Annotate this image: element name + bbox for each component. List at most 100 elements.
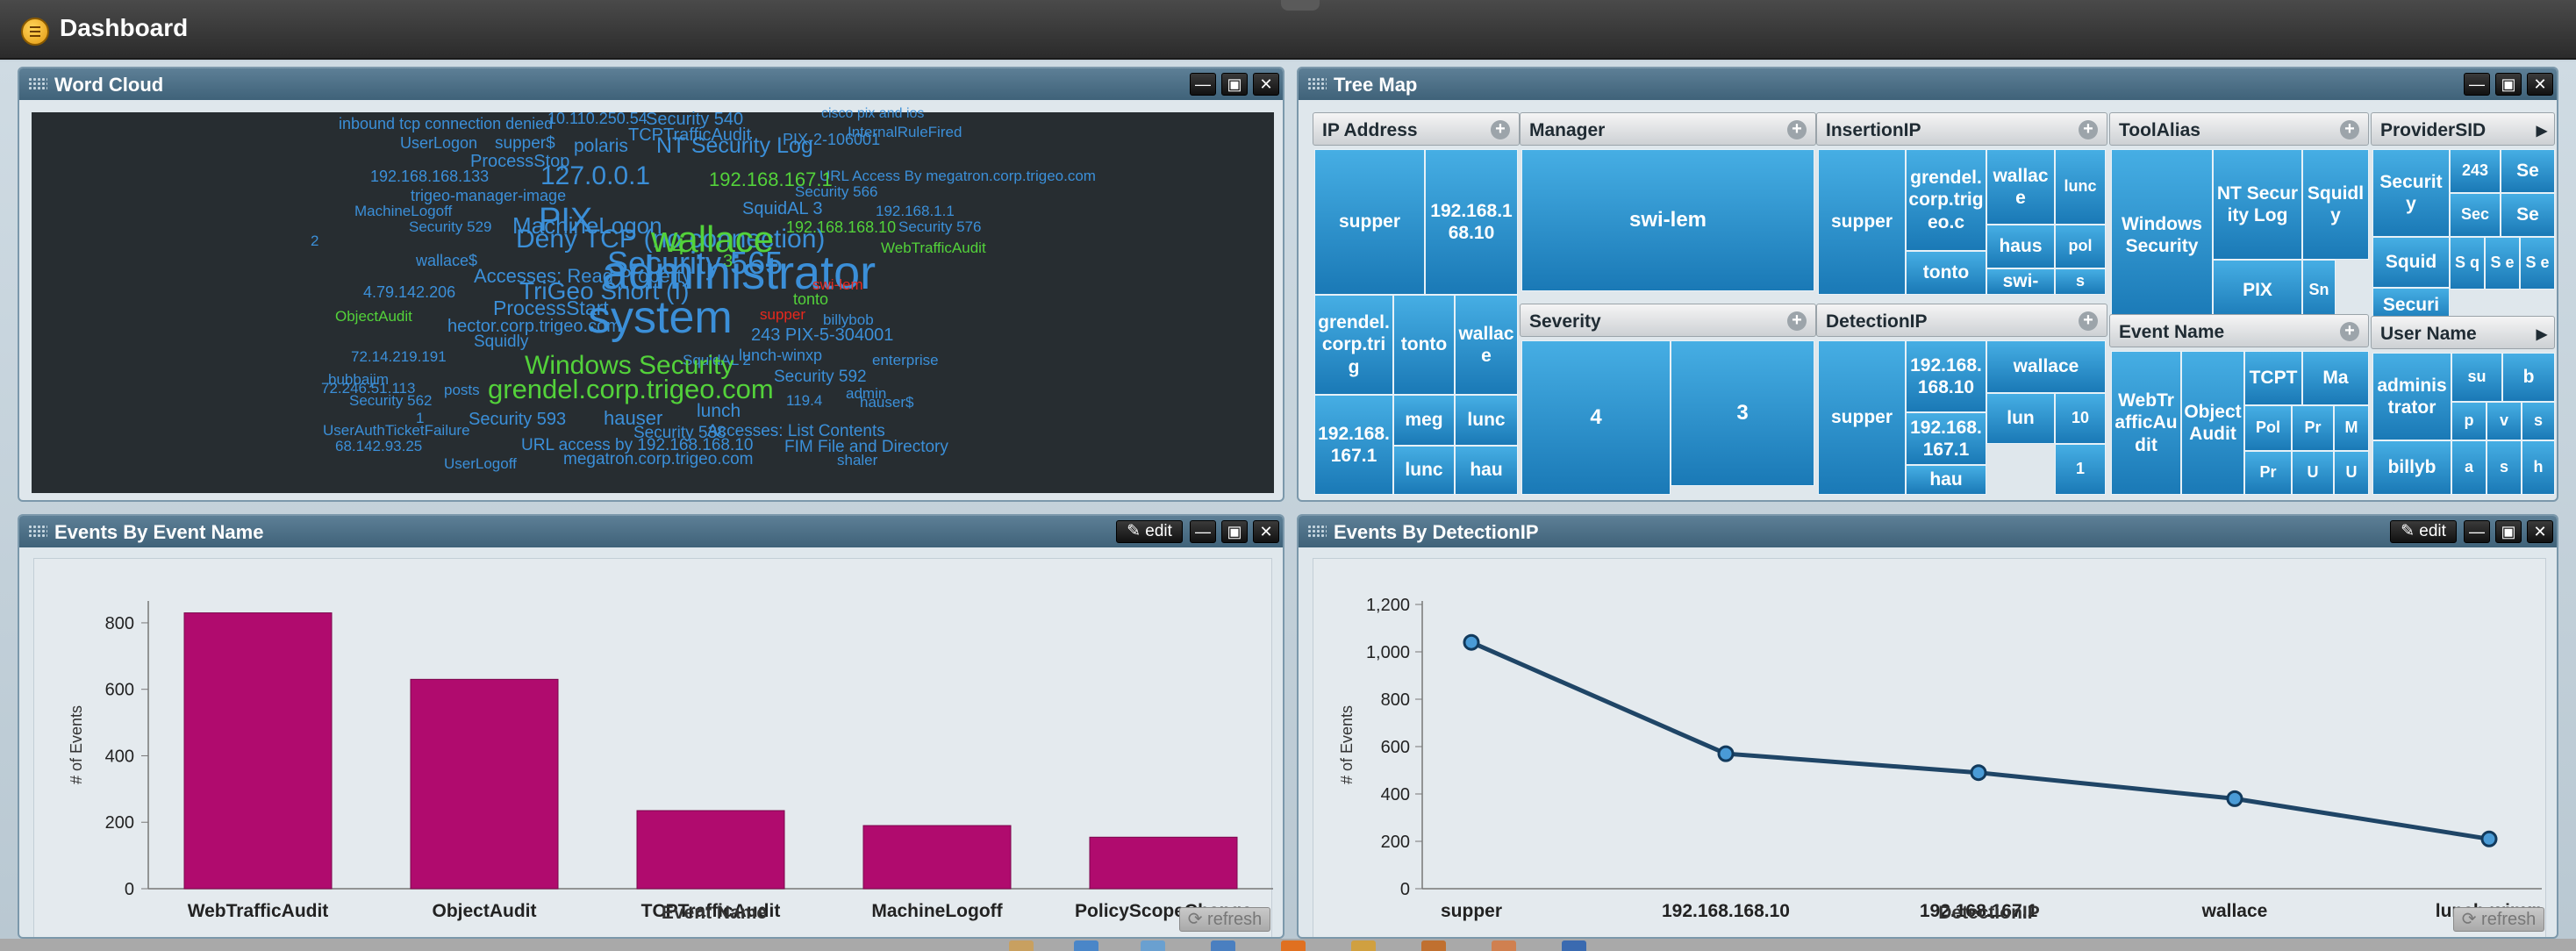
drag-grip-icon[interactable] [1307, 525, 1327, 537]
word-cloud-term[interactable]: wallace$ [416, 253, 477, 268]
word-cloud-term[interactable]: MachineLogoff [354, 204, 452, 218]
word-cloud-term[interactable]: hauser$ [860, 395, 913, 410]
tree-map-cell[interactable]: Pol [2244, 405, 2292, 451]
refresh-button[interactable]: ⟳ refresh [1179, 907, 1270, 932]
word-cloud-term[interactable]: 192.168.1.1 [876, 204, 955, 218]
word-cloud-term[interactable]: SquidAL 3 [742, 200, 823, 218]
drag-grip-icon[interactable] [28, 525, 47, 537]
tree-map-cell[interactable]: Windows Security [2111, 149, 2213, 321]
tree-map-cell[interactable]: meg [1393, 395, 1455, 446]
tree-map-cell[interactable]: Squidly [2302, 149, 2369, 260]
tree-map-cell[interactable]: Sn [2302, 260, 2336, 321]
minimize-button[interactable]: — [1190, 73, 1216, 96]
tree-map-group-header[interactable]: IP Address + [1313, 112, 1520, 146]
word-cloud-term[interactable]: URL Access By megatron.corp.trigeo.com [819, 168, 1096, 183]
tree-map-cell[interactable]: s [2522, 402, 2555, 440]
refresh-button[interactable]: ⟳ refresh [2453, 907, 2544, 932]
maximize-button[interactable]: ▣ [2495, 73, 2522, 96]
expand-arrow-icon[interactable]: ▶ [2537, 122, 2547, 139]
collapse-handle[interactable] [1281, 0, 1320, 11]
tree-map-cell[interactable]: 192.168.168.10 [1425, 149, 1518, 295]
tree-map-cell[interactable]: S e [2485, 237, 2520, 290]
tree-map-cell[interactable]: TCPT [2244, 351, 2302, 405]
word-cloud-term[interactable]: shaler [837, 453, 877, 468]
word-cloud-term[interactable]: Security 593 [469, 411, 566, 428]
tree-map-cell[interactable]: wallace [1455, 295, 1518, 395]
word-cloud-term[interactable]: Security 566 [795, 184, 878, 199]
tree-map-cell[interactable]: lunc [1393, 446, 1455, 495]
expand-arrow-icon[interactable]: ▶ [2537, 325, 2547, 343]
dock-app-icon[interactable] [1141, 940, 1165, 951]
word-cloud-term[interactable]: 68.142.93.25 [335, 439, 422, 454]
tree-map-cell[interactable]: supper [1818, 340, 1906, 495]
events-by-ip-header[interactable]: Events By DetectionIP ✎ edit — ▣ ✕ [1299, 516, 2557, 547]
tree-map-cell[interactable]: lunc [1455, 395, 1518, 446]
tree-map-cell[interactable]: lun [1986, 393, 2055, 444]
word-cloud-term[interactable]: 119.4 [786, 393, 822, 408]
dock-app-icon[interactable] [1421, 940, 1446, 951]
word-cloud-term[interactable]: lunch-winxp [739, 347, 822, 363]
tree-map-cell[interactable]: 3 [1671, 340, 1814, 486]
minimize-button[interactable]: — [2464, 520, 2490, 543]
add-icon[interactable]: + [2079, 120, 2098, 139]
tree-map-cell[interactable]: b [2502, 353, 2555, 402]
tree-map-cell[interactable]: S q [2450, 237, 2485, 290]
tree-map-cell[interactable]: M [2334, 405, 2369, 451]
tree-map-cell[interactable]: billyb [2372, 440, 2451, 495]
word-cloud-term[interactable]: UserLogoff [444, 456, 517, 471]
tree-map-cell[interactable]: Squid [2372, 237, 2450, 288]
events-by-name-header[interactable]: Events By Event Name ✎ edit — ▣ ✕ [19, 516, 1283, 547]
dock-app-icon[interactable] [1281, 940, 1306, 951]
dock-app-icon[interactable] [1492, 940, 1516, 951]
tree-map-cell[interactable]: 10 [2055, 393, 2106, 444]
tree-map-cell[interactable]: grendel.corp.trig [1314, 295, 1393, 395]
tree-map-cell[interactable]: grendel.corp.trigeo.c [1906, 149, 1986, 251]
tree-map-cell[interactable]: ObjectAudit [2181, 351, 2244, 495]
drag-grip-icon[interactable] [1307, 77, 1327, 89]
word-cloud-term[interactable]: UserLogon [400, 135, 477, 151]
word-cloud-term[interactable]: WebTrafficAudit [881, 240, 986, 255]
tree-map-group-header[interactable]: User Name ▶ [2371, 316, 2555, 349]
close-button[interactable]: ✕ [2527, 73, 2553, 96]
word-cloud-term[interactable]: megatron.corp.trigeo.com [563, 451, 754, 468]
word-cloud-term[interactable]: Security 576 [898, 219, 982, 234]
tree-map-header[interactable]: Tree Map — ▣ ✕ [1299, 68, 2557, 100]
tree-map-cell[interactable]: Se [2501, 193, 2555, 237]
tree-map-group-header[interactable]: DetectionIP + [1816, 304, 2107, 337]
edit-button[interactable]: ✎ edit [1116, 520, 1183, 543]
tree-map-cell[interactable]: lunc [2055, 149, 2106, 225]
close-button[interactable]: ✕ [2527, 520, 2553, 543]
tree-map-group-header[interactable]: Event Name + [2109, 314, 2369, 347]
tree-map-cell[interactable]: hau [1455, 446, 1518, 495]
word-cloud-term[interactable]: tonto [793, 291, 828, 307]
tree-map-cell[interactable]: supper [1818, 149, 1906, 295]
tree-map-cell[interactable]: Ma [2302, 351, 2369, 405]
tree-map-cell[interactable]: 243 [2450, 149, 2501, 193]
word-cloud-term[interactable]: 2 [311, 233, 318, 248]
add-icon[interactable]: + [1787, 120, 1807, 139]
tree-map-cell[interactable]: su [2451, 353, 2502, 402]
dock-app-icon[interactable] [1562, 940, 1586, 951]
tree-map-cell[interactable]: h [2522, 440, 2555, 495]
tree-map-cell[interactable]: administrator [2372, 353, 2451, 440]
word-cloud-term[interactable]: supper [760, 307, 805, 322]
tree-map-cell[interactable]: U [2334, 451, 2369, 495]
tree-map-cell[interactable]: swi-lem [1521, 149, 1814, 291]
tree-map-group-header[interactable]: InsertionIP + [1816, 112, 2107, 146]
tree-map-cell[interactable]: tonto [1393, 295, 1455, 395]
maximize-button[interactable]: ▣ [2495, 520, 2522, 543]
tree-map-cell[interactable]: WebTrafficAudit [2111, 351, 2181, 495]
word-cloud-term[interactable]: UserAuthTicketFailure [323, 423, 470, 438]
tree-map-cell[interactable]: pol [2055, 225, 2106, 268]
close-button[interactable]: ✕ [1253, 520, 1279, 543]
tree-map-cell[interactable]: 1 [2055, 444, 2106, 495]
dock-app-icon[interactable] [1211, 940, 1235, 951]
word-cloud-term[interactable]: lunch [697, 402, 741, 420]
word-cloud-term[interactable]: posts [444, 383, 480, 397]
add-icon[interactable]: + [1787, 311, 1807, 331]
tree-map-cell[interactable]: 192.168.167.1 [1314, 395, 1393, 495]
word-cloud-term[interactable]: NT Security Log [656, 135, 813, 157]
drag-grip-icon[interactable] [28, 77, 47, 89]
word-cloud-term[interactable]: 10.110.250.54 [547, 111, 648, 126]
tree-map-cell[interactable]: hau [1906, 465, 1986, 495]
